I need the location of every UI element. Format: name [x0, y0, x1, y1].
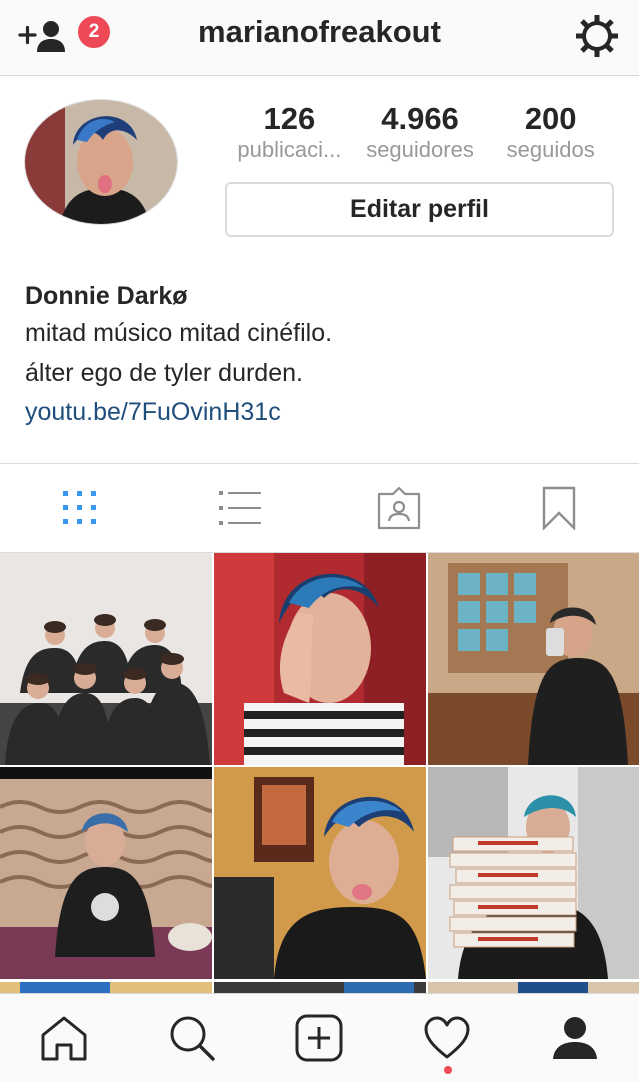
bottom-navigation: [0, 993, 639, 1082]
grid-photo[interactable]: [428, 553, 639, 765]
tab-grid-view[interactable]: [0, 464, 160, 552]
following-count-label: seguidos: [506, 138, 595, 162]
posts-count[interactable]: 126 publicaci...: [224, 100, 355, 170]
following-count-value: 200: [524, 101, 577, 136]
nav-profile[interactable]: [511, 994, 639, 1082]
top-bar: 2 marianofreakout: [0, 0, 639, 76]
activity-notification-dot: [444, 1066, 453, 1074]
tab-saved[interactable]: [479, 464, 639, 552]
bio-line: mitad músico mitad cinéfilo.: [25, 319, 333, 347]
profile-website-link[interactable]: youtu.be/7FuOvinH31c: [25, 393, 625, 431]
nav-home[interactable]: [0, 994, 128, 1082]
grid-photo[interactable]: [214, 553, 426, 765]
tab-tagged[interactable]: [320, 464, 480, 552]
profile-username: marianofreakout: [198, 14, 441, 49]
following-count[interactable]: 200 seguidos: [485, 100, 616, 170]
posts-count-value: 126: [263, 101, 316, 136]
gear-icon: [576, 15, 618, 57]
posts-count-label: publicaci...: [237, 138, 342, 162]
tagged-photo-icon: [378, 486, 421, 530]
nav-search[interactable]: [128, 994, 256, 1082]
nav-new-post[interactable]: [256, 994, 384, 1082]
bookmark-icon: [542, 486, 576, 530]
edit-profile-button[interactable]: Editar perfil: [225, 182, 614, 237]
profile-view-tabs: [0, 463, 639, 553]
profile-bio: Donnie Darkø mitad músico mitad cinéfilo…: [25, 280, 625, 431]
grid-photo[interactable]: [214, 767, 426, 979]
followers-count-label: seguidores: [366, 138, 474, 162]
profile-display-name: Donnie Darkø: [25, 282, 188, 310]
grid-photo[interactable]: [428, 767, 639, 979]
profile-icon: [553, 1017, 598, 1059]
photo-grid: [0, 553, 639, 993]
tab-list-view[interactable]: [160, 464, 320, 552]
search-icon: [170, 1016, 215, 1061]
bio-line: álter ego de tyler durden.: [25, 359, 303, 387]
heart-icon: [424, 1016, 470, 1059]
grid-photo[interactable]: [214, 981, 426, 993]
home-icon: [41, 1016, 87, 1061]
add-post-icon: [295, 1014, 343, 1062]
grid-photo[interactable]: [0, 553, 212, 765]
nav-activity[interactable]: [383, 994, 511, 1082]
grid-photo[interactable]: [428, 981, 639, 993]
list-icon: [218, 491, 261, 525]
grid-photo[interactable]: [0, 981, 212, 993]
grid-icon: [62, 491, 96, 524]
settings-button[interactable]: [572, 11, 622, 61]
followers-count-value: 4.966: [381, 101, 459, 136]
profile-stats: 126 publicaci... 4.966 seguidores 200 se…: [224, 100, 616, 170]
grid-photo[interactable]: [0, 767, 212, 979]
followers-count[interactable]: 4.966 seguidores: [355, 100, 486, 170]
profile-avatar[interactable]: [24, 99, 178, 225]
